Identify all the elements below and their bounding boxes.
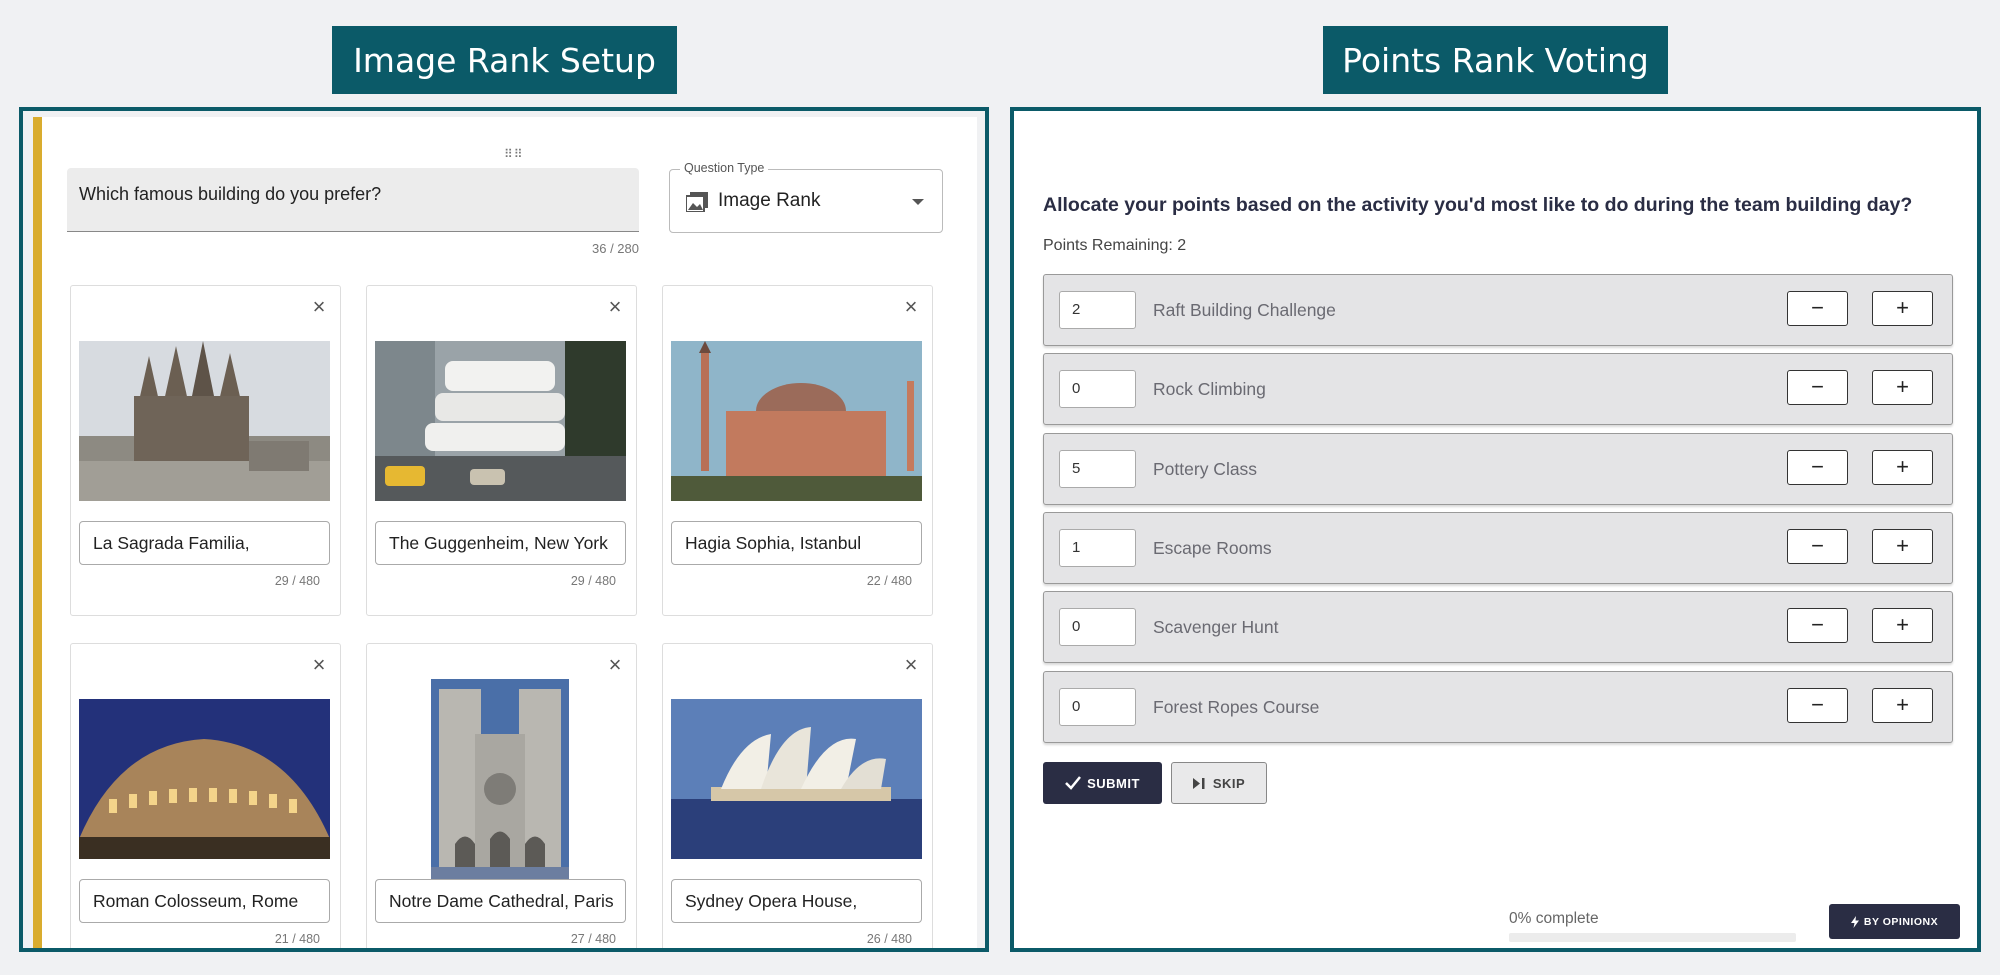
close-icon[interactable]: × [604,654,626,676]
notre-dame-image [375,679,626,879]
decrement-button[interactable]: − [1787,529,1848,564]
close-icon[interactable]: × [308,654,330,676]
image-option-tile: × Sydney Opera House, 26 / 480 [662,643,933,948]
skip-button[interactable]: SKIP [1171,762,1267,804]
increment-button[interactable]: + [1872,370,1933,405]
points-rank-voting-panel: Allocate your points based on the activi… [1010,107,1981,952]
decrement-button[interactable]: − [1787,450,1848,485]
caption-char-counter: 22 / 480 [866,574,912,588]
points-option-row: 0 Forest Ropes Course − + [1043,671,1953,743]
submit-button[interactable]: SUBMIT [1043,762,1162,804]
image-option-tile: × Roman Colosseum, Rome 21 / 480 [70,643,341,948]
sydney-opera-house-image [671,699,922,859]
question-type-label: Question Type [680,161,769,175]
points-option-row: 5 Pottery Class − + [1043,433,1953,505]
close-icon[interactable]: × [900,654,922,676]
badge-label: BY OPINIONX [1863,915,1939,928]
option-label: Scavenger Hunt [1153,617,1279,637]
caption-char-counter: 26 / 480 [866,932,912,946]
question-card: ⠿⠿ Which famous building do you prefer? … [33,117,977,948]
points-remaining: Points Remaining: 2 [1043,237,1187,254]
points-input[interactable]: 5 [1059,450,1136,488]
hagia-sophia-image [671,341,922,501]
question-type-select[interactable]: Question Type Image Rank [669,161,943,233]
close-icon[interactable]: × [604,296,626,318]
decrement-button[interactable]: − [1787,291,1848,326]
caption-char-counter: 29 / 480 [274,574,320,588]
check-icon [1065,776,1082,790]
image-option-tile: × The Guggenheim, New York 29 / 480 [366,285,637,616]
option-label: Forest Ropes Course [1153,697,1320,717]
increment-button[interactable]: + [1872,291,1933,326]
opinionx-badge[interactable]: BY OPINIONX [1829,904,1960,939]
increment-button[interactable]: + [1872,450,1933,485]
image-caption-input[interactable]: Hagia Sophia, Istanbul [671,521,922,565]
image-caption-input[interactable]: Sydney Opera House, [671,879,922,923]
points-input[interactable]: 0 [1059,608,1136,646]
poll-question: Allocate your points based on the activi… [1043,194,1913,216]
image-rank-setup-banner: Image Rank Setup [332,26,677,94]
decrement-button[interactable]: − [1787,370,1848,405]
image-caption-input[interactable]: The Guggenheim, New York [375,521,626,565]
progress-text: 0% complete [1509,910,1599,927]
guggenheim-image [375,341,626,501]
image-caption-input[interactable]: Notre Dame Cathedral, Paris [375,879,626,923]
points-option-row: 1 Escape Rooms − + [1043,512,1953,584]
dropdown-arrow-icon [912,199,924,205]
question-input[interactable]: Which famous building do you prefer? [67,168,639,232]
points-option-row: 0 Scavenger Hunt − + [1043,591,1953,663]
image-rank-setup-panel: ⠿⠿ Which famous building do you prefer? … [19,107,989,952]
points-input[interactable]: 0 [1059,688,1136,726]
option-label: Pottery Class [1153,459,1258,479]
option-label: Rock Climbing [1153,379,1266,399]
increment-button[interactable]: + [1872,608,1933,643]
option-label: Raft Building Challenge [1153,300,1336,320]
image-caption-input[interactable]: Roman Colosseum, Rome [79,879,330,923]
drag-handle-icon[interactable]: ⠿⠿ [504,147,524,161]
points-input[interactable]: 0 [1059,370,1136,408]
caption-char-counter: 27 / 480 [570,932,616,946]
image-option-tile: × Hagia Sophia, Istanbul 22 / 480 [662,285,933,616]
progress-bar [1509,933,1796,942]
colosseum-image [79,699,330,859]
points-rank-voting-banner: Points Rank Voting [1323,26,1668,94]
caption-char-counter: 29 / 480 [570,574,616,588]
skip-icon [1192,777,1205,789]
bolt-icon [1850,915,1859,928]
image-icon [686,192,708,212]
points-input[interactable]: 2 [1059,291,1136,329]
sagrada-familia-image [79,341,330,501]
question-char-counter: 36 / 280 [592,241,639,256]
points-option-row: 2 Raft Building Challenge − + [1043,274,1953,346]
increment-button[interactable]: + [1872,688,1933,723]
submit-label: SUBMIT [1087,775,1140,791]
close-icon[interactable]: × [900,296,922,318]
caption-char-counter: 21 / 480 [274,932,320,946]
points-input[interactable]: 1 [1059,529,1136,567]
decrement-button[interactable]: − [1787,608,1848,643]
decrement-button[interactable]: − [1787,688,1848,723]
question-type-value: Image Rank [718,190,821,211]
points-option-row: 0 Rock Climbing − + [1043,353,1953,425]
image-option-tile: × La Sagrada Familia, 29 / 480 [70,285,341,616]
skip-label: SKIP [1212,775,1246,791]
image-caption-input[interactable]: La Sagrada Familia, [79,521,330,565]
option-label: Escape Rooms [1153,538,1272,558]
increment-button[interactable]: + [1872,529,1933,564]
close-icon[interactable]: × [308,296,330,318]
image-option-tile: × Notre Dame Cathedral, Paris 27 / 480 [366,643,637,948]
